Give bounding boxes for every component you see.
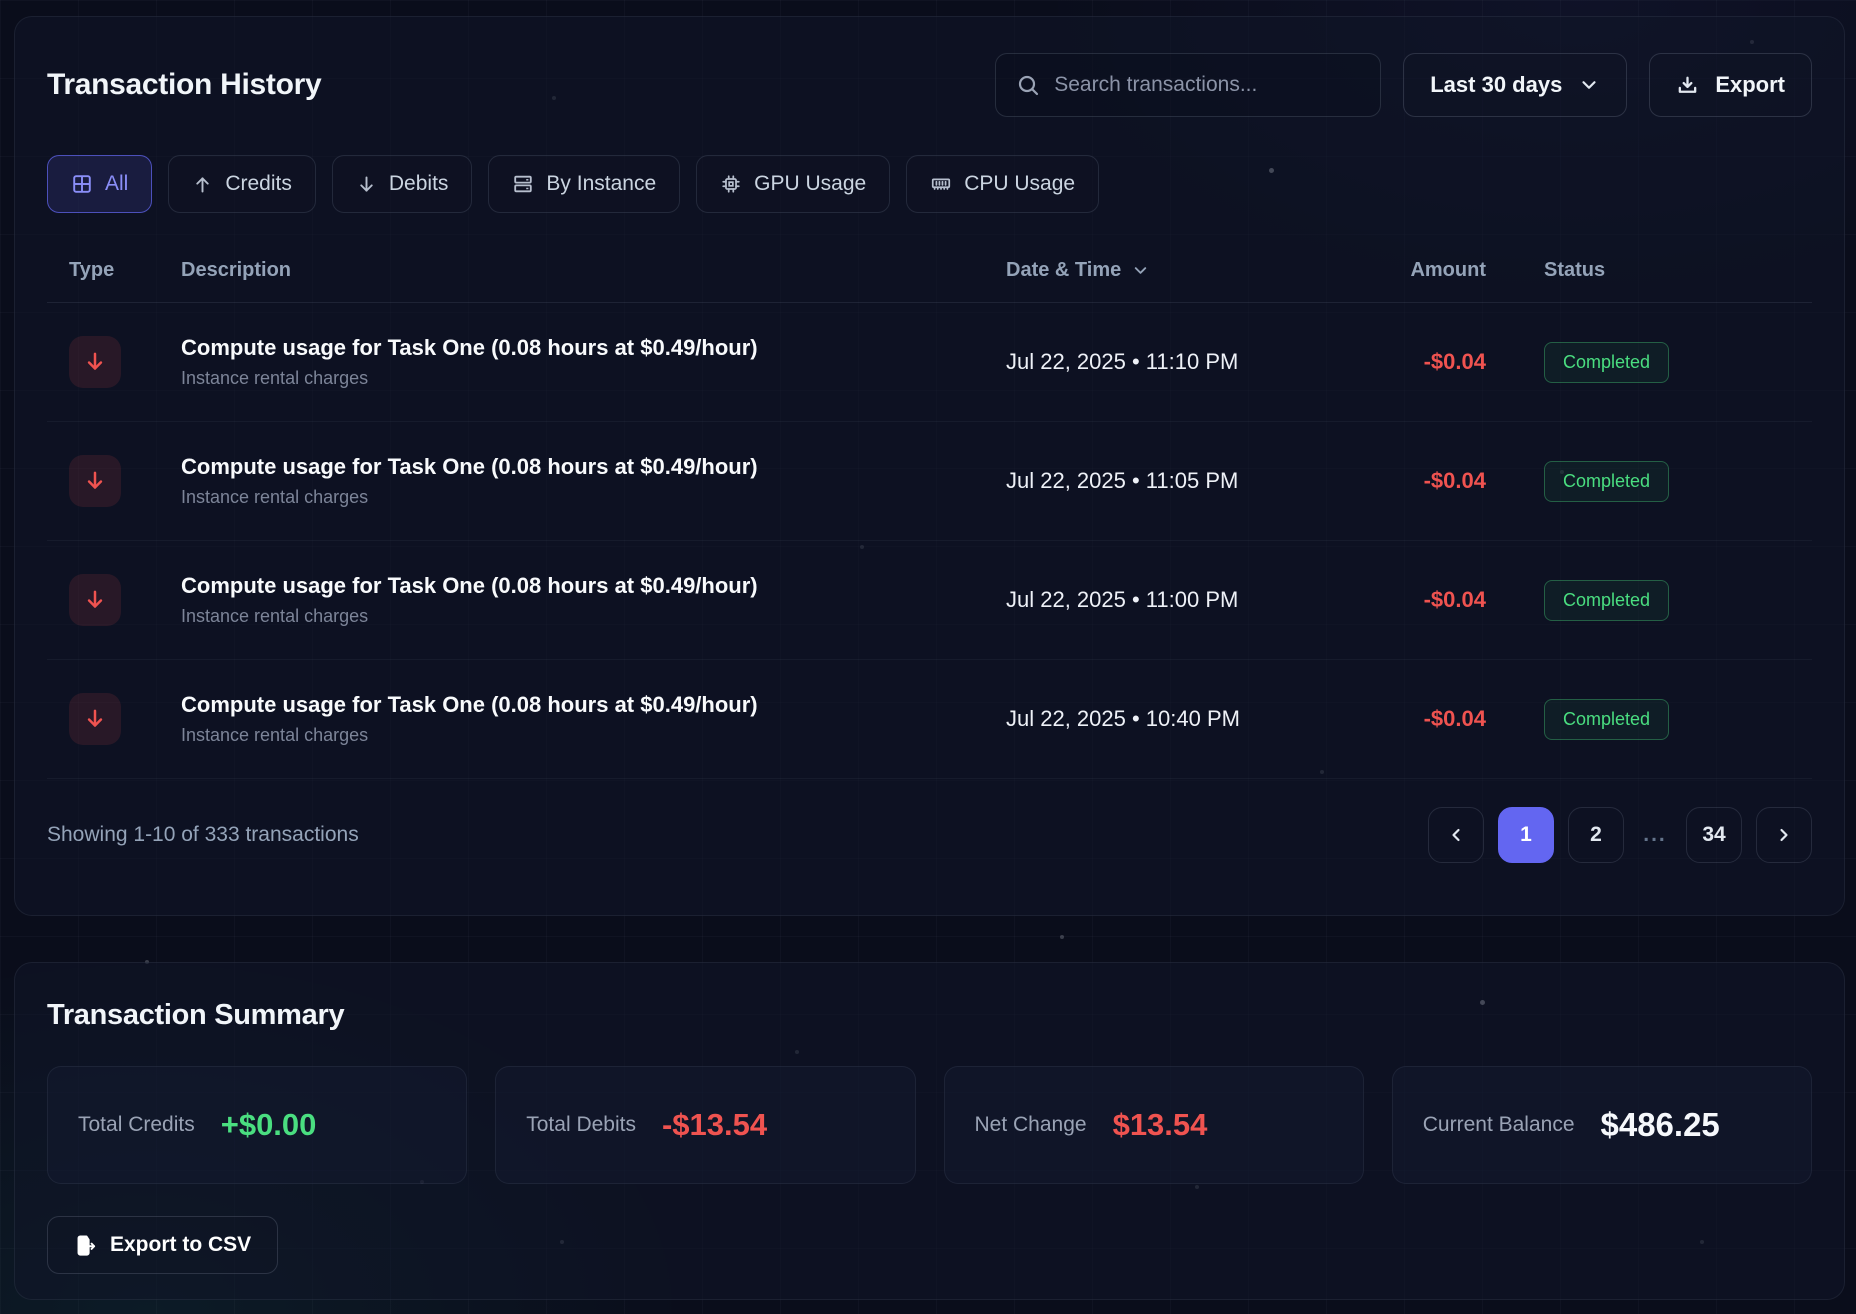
page-button-34[interactable]: 34	[1686, 807, 1742, 863]
transaction-amount: -$0.04	[1386, 587, 1486, 613]
total-credits-value: +$0.00	[221, 1107, 317, 1143]
current-balance-card: Current Balance $486.25	[1392, 1066, 1812, 1184]
column-description: Description	[181, 259, 1006, 282]
grid-icon	[71, 173, 93, 195]
status-badge: Completed	[1544, 699, 1669, 740]
debit-arrow-icon	[69, 574, 121, 626]
table-header: Type Description Date & Time Amount Stat…	[47, 259, 1812, 303]
table-row: Compute usage for Task One (0.08 hours a…	[47, 422, 1812, 541]
transaction-datetime: Jul 22, 2025 • 10:40 PM	[1006, 706, 1386, 732]
tab-label: GPU Usage	[754, 172, 866, 196]
date-range-label: Last 30 days	[1430, 72, 1562, 98]
pagination: 1 2 ... 34	[1428, 807, 1812, 863]
tab-label: Debits	[389, 172, 449, 196]
pagination-ellipsis: ...	[1638, 823, 1672, 847]
transaction-datetime: Jul 22, 2025 • 11:00 PM	[1006, 587, 1386, 613]
transaction-amount: -$0.04	[1386, 349, 1486, 375]
transaction-amount: -$0.04	[1386, 706, 1486, 732]
transaction-history-panel: Transaction History Last 30 days Export	[14, 16, 1845, 916]
tab-credits[interactable]: Credits	[168, 155, 316, 213]
page-button-2[interactable]: 2	[1568, 807, 1624, 863]
tab-gpu-usage[interactable]: GPU Usage	[696, 155, 890, 213]
transaction-amount: -$0.04	[1386, 468, 1486, 494]
page-button-1[interactable]: 1	[1498, 807, 1554, 863]
history-header: Transaction History Last 30 days Export	[47, 53, 1812, 117]
transaction-subtitle: Instance rental charges	[181, 725, 1006, 746]
transaction-subtitle: Instance rental charges	[181, 606, 1006, 627]
table-row: Compute usage for Task One (0.08 hours a…	[47, 303, 1812, 422]
tab-label: CPU Usage	[964, 172, 1075, 196]
tab-label: All	[105, 172, 128, 196]
total-credits-card: Total Credits +$0.00	[47, 1066, 467, 1184]
export-csv-button[interactable]: Export to CSV	[47, 1216, 278, 1274]
export-csv-label: Export to CSV	[110, 1233, 251, 1257]
prev-page-button[interactable]	[1428, 807, 1484, 863]
transaction-description: Compute usage for Task One (0.08 hours a…	[181, 573, 1006, 599]
total-debits-card: Total Debits -$13.54	[495, 1066, 915, 1184]
search-box[interactable]	[995, 53, 1381, 117]
card-label: Total Debits	[526, 1113, 636, 1137]
search-input[interactable]	[1054, 73, 1360, 97]
tab-label: Credits	[225, 172, 292, 196]
date-range-select[interactable]: Last 30 days	[1403, 53, 1627, 117]
status-badge: Completed	[1544, 580, 1669, 621]
card-label: Net Change	[975, 1113, 1087, 1137]
cpu-memory-icon	[930, 173, 952, 195]
export-label: Export	[1715, 72, 1785, 98]
card-label: Total Credits	[78, 1113, 195, 1137]
arrow-up-icon	[192, 174, 213, 195]
page-title: Transaction History	[47, 68, 321, 102]
tab-label: By Instance	[546, 172, 656, 196]
transaction-subtitle: Instance rental charges	[181, 368, 1006, 389]
total-debits-value: -$13.54	[662, 1107, 767, 1143]
header-controls: Last 30 days Export	[995, 53, 1812, 117]
tab-cpu-usage[interactable]: CPU Usage	[906, 155, 1099, 213]
net-change-card: Net Change $13.54	[944, 1066, 1364, 1184]
transaction-description: Compute usage for Task One (0.08 hours a…	[181, 692, 1006, 718]
debit-arrow-icon	[69, 455, 121, 507]
file-export-icon	[74, 1234, 97, 1257]
chevron-down-icon	[1578, 74, 1600, 96]
transaction-datetime: Jul 22, 2025 • 11:10 PM	[1006, 349, 1386, 375]
tab-debits[interactable]: Debits	[332, 155, 473, 213]
column-status: Status	[1486, 259, 1806, 282]
column-date-sort[interactable]: Date & Time	[1006, 259, 1386, 282]
transaction-datetime: Jul 22, 2025 • 11:05 PM	[1006, 468, 1386, 494]
chevron-right-icon	[1774, 825, 1794, 845]
export-button[interactable]: Export	[1649, 53, 1812, 117]
transaction-description: Compute usage for Task One (0.08 hours a…	[181, 454, 1006, 480]
tab-all[interactable]: All	[47, 155, 152, 213]
tab-by-instance[interactable]: By Instance	[488, 155, 680, 213]
debit-arrow-icon	[69, 336, 121, 388]
summary-title: Transaction Summary	[47, 999, 1812, 1032]
next-page-button[interactable]	[1756, 807, 1812, 863]
status-badge: Completed	[1544, 461, 1669, 502]
search-icon	[1016, 73, 1040, 97]
sort-chevron-icon	[1131, 261, 1150, 280]
transaction-subtitle: Instance rental charges	[181, 487, 1006, 508]
chevron-left-icon	[1446, 825, 1466, 845]
transaction-summary-panel: Transaction Summary Total Credits +$0.00…	[14, 962, 1845, 1300]
debit-arrow-icon	[69, 693, 121, 745]
server-icon	[512, 173, 534, 195]
card-label: Current Balance	[1423, 1113, 1575, 1137]
table-row: Compute usage for Task One (0.08 hours a…	[47, 660, 1812, 779]
column-amount: Amount	[1386, 259, 1486, 282]
results-count: Showing 1-10 of 333 transactions	[47, 823, 359, 847]
gpu-chip-icon	[720, 173, 742, 195]
summary-cards: Total Credits +$0.00 Total Debits -$13.5…	[47, 1066, 1812, 1184]
filter-tabs: All Credits Debits By Instance	[47, 155, 1812, 213]
status-badge: Completed	[1544, 342, 1669, 383]
net-change-value: $13.54	[1113, 1107, 1208, 1143]
transaction-description: Compute usage for Task One (0.08 hours a…	[181, 335, 1006, 361]
column-type: Type	[69, 259, 181, 282]
current-balance-value: $486.25	[1601, 1106, 1720, 1144]
table-footer: Showing 1-10 of 333 transactions 1 2 ...…	[47, 807, 1812, 863]
table-row: Compute usage for Task One (0.08 hours a…	[47, 541, 1812, 660]
download-icon	[1676, 74, 1699, 97]
arrow-down-icon	[356, 174, 377, 195]
